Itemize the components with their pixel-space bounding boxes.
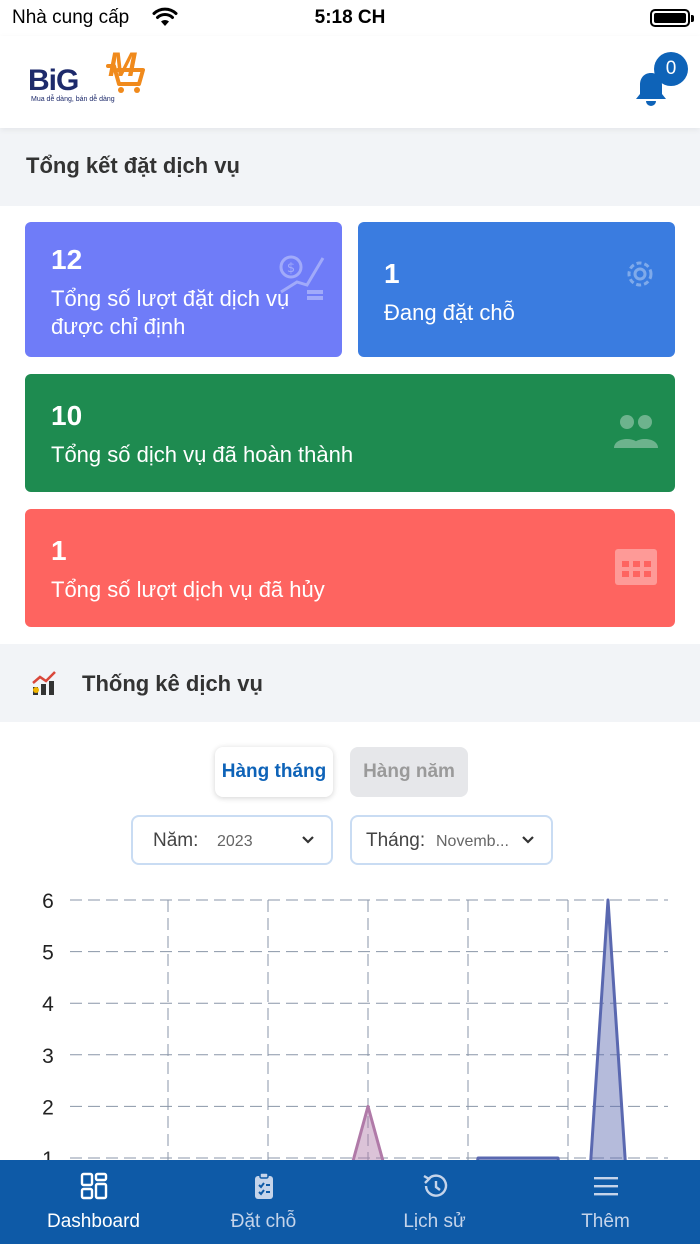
series-area-2 bbox=[589, 898, 627, 1162]
service-stats-chart: 654321 bbox=[42, 890, 668, 1162]
logo-tagline: Mua dễ dàng, bán dễ dàng bbox=[31, 96, 115, 103]
dashboard-icon bbox=[80, 1172, 108, 1200]
month-select-value: Novemb... bbox=[436, 833, 509, 850]
tab-history[interactable]: Lịch sử bbox=[347, 1160, 522, 1244]
menu-icon bbox=[594, 1177, 618, 1196]
card-value: 12 bbox=[51, 244, 83, 275]
card-booking-in-progress[interactable]: 1 Đang đặt chỗ bbox=[358, 222, 675, 357]
tab-booking[interactable]: Đặt chỗ bbox=[176, 1160, 351, 1244]
clipboard-icon bbox=[255, 1172, 273, 1199]
tab-label: Đặt chỗ bbox=[230, 1211, 297, 1232]
calendar-icon bbox=[615, 549, 657, 585]
card-value: 1 bbox=[384, 258, 400, 289]
battery-icon bbox=[650, 9, 694, 27]
card-cancelled-services[interactable]: 1 Tổng số lượt dịch vụ đã hủy bbox=[25, 509, 675, 627]
history-icon bbox=[423, 1174, 448, 1197]
tab-yearly[interactable]: Hàng năm bbox=[350, 747, 468, 797]
stats-section-header: Thống kê dịch vụ bbox=[0, 644, 700, 722]
tab-label: Lịch sử bbox=[403, 1211, 466, 1232]
card-value: 10 bbox=[51, 400, 83, 431]
chart-growth-icon bbox=[32, 671, 56, 695]
bottom-tab-bar: Dashboard Đặt chỗ Lịch sử Thêm bbox=[0, 1160, 700, 1244]
stats-title: Thống kê dịch vụ bbox=[82, 671, 263, 696]
tab-dashboard[interactable]: Dashboard bbox=[6, 1160, 181, 1244]
card-assigned-bookings[interactable]: 12 Tổng số lượt đặt dịch vụ được chỉ địn… bbox=[25, 222, 342, 357]
logo-accent: M bbox=[108, 46, 137, 84]
year-select-value: 2023 bbox=[217, 833, 253, 850]
card-label: Tổng số lượt dịch vụ đã hủy bbox=[51, 577, 325, 602]
gear-icon bbox=[627, 261, 653, 287]
tab-label: Dashboard bbox=[47, 1211, 140, 1232]
clock: 5:18 CH bbox=[314, 7, 386, 28]
card-label: Đang đặt chỗ bbox=[384, 300, 515, 325]
y-tick-label: 3 bbox=[42, 1045, 54, 1068]
month-select-label: Tháng: bbox=[366, 830, 426, 851]
tab-monthly[interactable]: Hàng tháng bbox=[215, 747, 333, 797]
bigm-logo[interactable]: BiG M Mua dễ dàng, bán dễ dàng bbox=[28, 46, 148, 108]
y-tick-label: 2 bbox=[42, 1096, 54, 1119]
money-growth-icon: $ bbox=[279, 255, 325, 300]
chevron-down-icon bbox=[522, 836, 534, 844]
chevron-down-icon bbox=[302, 836, 314, 844]
summary-cards: 12 Tổng số lượt đặt dịch vụ được chỉ địn… bbox=[0, 206, 700, 644]
year-select-label: Năm: bbox=[153, 830, 199, 851]
app-header: BiG M Mua dễ dàng, bán dễ dàng 0 bbox=[0, 36, 700, 128]
year-select[interactable]: Năm: 2023 bbox=[131, 815, 333, 865]
status-bar: Nhà cung cấp 5:18 CH bbox=[0, 0, 700, 36]
card-label: Tổng số dịch vụ đã hoàn thành bbox=[51, 442, 354, 467]
logo-text: BiG bbox=[28, 64, 79, 97]
tab-label: Thêm bbox=[581, 1211, 630, 1232]
svg-text:$: $ bbox=[287, 261, 295, 276]
month-select[interactable]: Tháng: Novemb... bbox=[350, 815, 553, 865]
summary-title: Tổng kết đặt dịch vụ bbox=[26, 153, 240, 178]
y-tick-label: 4 bbox=[42, 993, 54, 1016]
y-tick-label: 6 bbox=[42, 890, 54, 913]
y-tick-label: 5 bbox=[42, 942, 54, 965]
people-icon bbox=[614, 415, 658, 448]
tab-more[interactable]: Thêm bbox=[518, 1160, 693, 1244]
notification-badge[interactable]: 0 bbox=[654, 52, 688, 86]
card-completed-services[interactable]: 10 Tổng số dịch vụ đã hoàn thành bbox=[25, 374, 675, 492]
stats-panel: Hàng tháng Hàng năm Năm: 2023 Tháng: Nov… bbox=[0, 722, 700, 1162]
card-value: 1 bbox=[51, 535, 67, 566]
series-area-0 bbox=[351, 1104, 385, 1162]
